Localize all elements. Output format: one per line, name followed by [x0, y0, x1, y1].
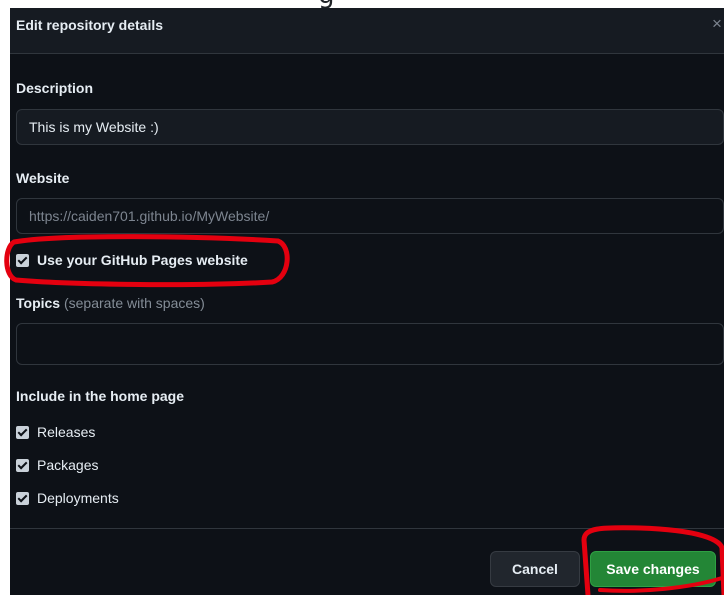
home-page-label: Include in the home page: [16, 388, 185, 404]
use-github-pages-label: Use your GitHub Pages website: [37, 252, 248, 268]
checkbox-checked-icon[interactable]: [16, 458, 29, 472]
page-fragment-text: g: [318, 0, 335, 8]
deployments-checkbox[interactable]: Deployments: [16, 489, 119, 507]
releases-label: Releases: [37, 424, 96, 440]
save-changes-button[interactable]: Save changes: [590, 551, 716, 587]
dialog-footer: Cancel Save changes: [10, 528, 724, 595]
topics-input[interactable]: [16, 323, 724, 365]
description-label: Description: [16, 80, 94, 96]
checkbox-checked-icon[interactable]: [16, 491, 29, 505]
dialog-title: Edit repository details: [16, 17, 164, 33]
edit-repository-dialog: Edit repository details × Description We…: [10, 8, 724, 595]
packages-checkbox[interactable]: Packages: [16, 456, 98, 474]
cancel-button[interactable]: Cancel: [490, 551, 580, 587]
website-label: Website: [16, 170, 70, 186]
topics-label-text: Topics: [16, 295, 61, 311]
description-input[interactable]: [16, 109, 724, 145]
checkbox-checked-icon[interactable]: [16, 253, 29, 267]
releases-checkbox[interactable]: Releases: [16, 423, 95, 441]
website-input[interactable]: [16, 198, 724, 234]
close-icon[interactable]: ×: [712, 14, 724, 34]
deployments-label: Deployments: [37, 490, 119, 506]
checkbox-checked-icon[interactable]: [16, 425, 29, 439]
dialog-header: Edit repository details ×: [10, 8, 724, 54]
packages-label: Packages: [37, 457, 99, 473]
use-github-pages-checkbox[interactable]: Use your GitHub Pages website: [16, 251, 248, 269]
topics-label: Topics (separate with spaces): [16, 295, 205, 311]
topics-hint: (separate with spaces): [63, 295, 205, 311]
